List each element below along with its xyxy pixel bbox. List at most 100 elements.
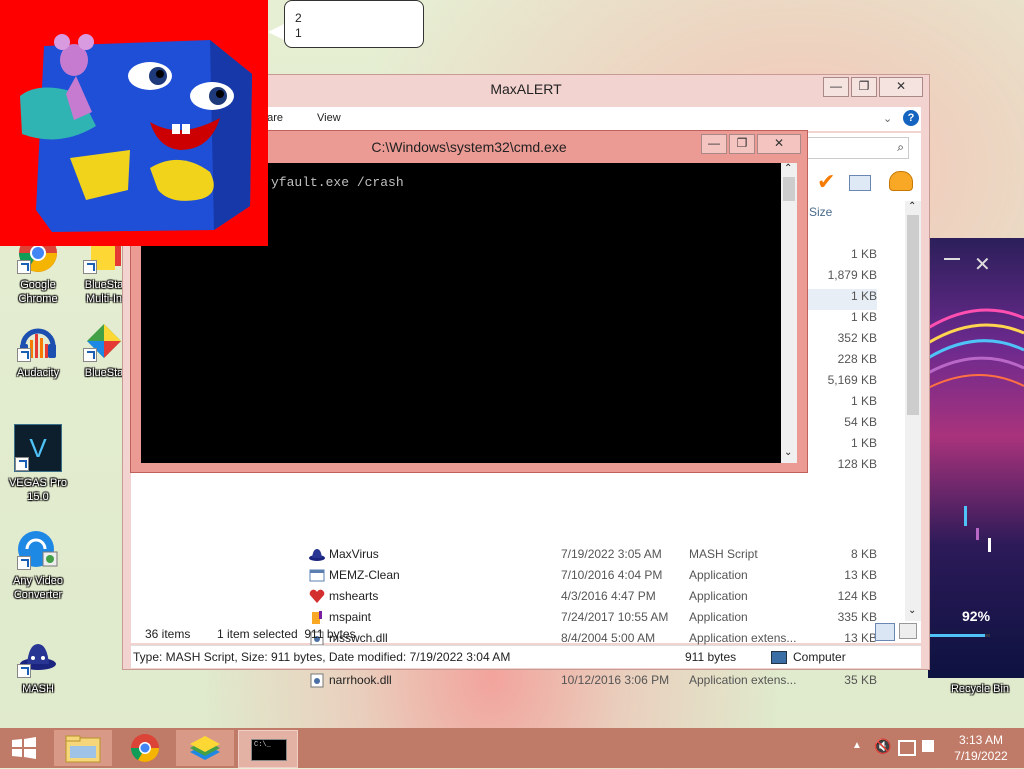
show-hidden-icons-icon[interactable]: ▲ bbox=[852, 740, 862, 751]
windows-logo-icon bbox=[12, 737, 36, 759]
balloon-line: 2 bbox=[295, 11, 302, 25]
file-row[interactable]: mspaint 7/24/2017 10:55 AM Application 335 … bbox=[131, 607, 891, 628]
balloon-line: 1 bbox=[295, 26, 302, 40]
mash-character-window[interactable] bbox=[0, 0, 268, 246]
taskbar-chrome[interactable] bbox=[116, 730, 174, 766]
minimize-button[interactable]: — bbox=[823, 77, 849, 97]
desktop-icon-label: VEGAS Pro bbox=[8, 477, 68, 489]
minimize-button[interactable]: — bbox=[701, 134, 727, 154]
vertical-scrollbar[interactable]: ⌃ ⌄ bbox=[905, 201, 921, 621]
cmd-icon: C:\_ bbox=[251, 739, 287, 761]
taskbar-bluestacks[interactable] bbox=[176, 730, 234, 766]
column-header-size[interactable]: Size bbox=[809, 205, 832, 219]
close-icon[interactable]: ✕ bbox=[974, 252, 991, 277]
checkmark-icon[interactable]: ✔ bbox=[817, 169, 835, 195]
item-count: 36 items bbox=[145, 627, 191, 641]
bluestacks-icon bbox=[190, 736, 220, 760]
file-date: 7/19/2022 3:05 AM bbox=[561, 547, 662, 561]
large-icons-view-icon[interactable] bbox=[899, 623, 917, 639]
file-size: 8 KB bbox=[850, 547, 877, 561]
desktop-icon-label: Any Video bbox=[13, 575, 63, 587]
desktop-icon-vegas-pro[interactable]: V VEGAS Pro 15.0 bbox=[6, 424, 70, 504]
search-icon: ⌕ bbox=[897, 140, 904, 154]
file-name: mshearts bbox=[329, 589, 379, 603]
details-status-bar: Type: MASH Script, Size: 911 bytes, Date… bbox=[131, 645, 921, 668]
folder-icon bbox=[65, 735, 101, 763]
file-date: 7/10/2016 4:04 PM bbox=[561, 568, 663, 582]
shortcut-arrow-icon bbox=[83, 348, 97, 362]
scroll-thumb[interactable] bbox=[907, 215, 919, 415]
network-icon[interactable] bbox=[898, 740, 916, 756]
clock-time[interactable]: 3:13 AM bbox=[946, 733, 1016, 747]
mash-hat-icon bbox=[17, 636, 59, 678]
bluestacks-icon bbox=[83, 320, 125, 362]
mash-character-icon bbox=[20, 34, 252, 232]
media-progress-percent: 92% bbox=[962, 608, 991, 624]
computer-icon bbox=[771, 651, 787, 664]
preview-pane-icon[interactable] bbox=[849, 175, 871, 191]
window-app-icon bbox=[309, 568, 325, 583]
menu-view[interactable]: View bbox=[317, 112, 341, 124]
minimize-icon[interactable] bbox=[944, 258, 960, 260]
close-button[interactable]: ✕ bbox=[757, 134, 801, 154]
chrome-icon bbox=[131, 734, 159, 762]
file-row[interactable]: MaxVirus 7/19/2022 3:05 AM MASH Script 8 KB bbox=[131, 544, 891, 565]
file-row[interactable]: MEMZ-Clean 7/10/2016 4:04 PM Application 13… bbox=[131, 565, 891, 586]
file-row[interactable]: mshearts 4/3/2016 4:47 PM Application 124 K… bbox=[131, 586, 891, 607]
desktop-icon-label: Recycle Bin bbox=[950, 683, 1010, 695]
desktop-icon-label: Audacity bbox=[16, 367, 60, 379]
desktop-icon-mash[interactable]: MASH bbox=[6, 636, 70, 696]
details-size: 911 bytes bbox=[685, 650, 737, 664]
mash-hat-icon bbox=[309, 547, 325, 562]
desktop-icon-label: MASH bbox=[22, 683, 54, 695]
taskbar-cmd[interactable]: C:\_ bbox=[238, 730, 298, 768]
audacity-icon bbox=[17, 320, 59, 362]
file-name: mspaint bbox=[329, 610, 372, 624]
any-video-converter-icon bbox=[17, 528, 59, 570]
file-date: 4/3/2016 4:47 PM bbox=[561, 589, 656, 603]
start-button[interactable] bbox=[0, 730, 48, 766]
file-size: 35 KB bbox=[844, 673, 877, 687]
shortcut-arrow-icon bbox=[83, 260, 97, 274]
shortcut-arrow-icon bbox=[17, 556, 31, 570]
clock-date[interactable]: 7/19/2022 bbox=[946, 749, 1016, 763]
desktop-icon-any-video-converter[interactable]: Any Video Converter bbox=[6, 528, 70, 602]
vertical-scrollbar[interactable]: ⌃ ⌄ bbox=[781, 163, 797, 463]
shortcut-arrow-icon bbox=[17, 348, 31, 362]
action-center-icon[interactable] bbox=[922, 740, 934, 752]
desktop-icon-label: Google bbox=[20, 279, 56, 291]
file-size: 13 KB bbox=[844, 568, 877, 582]
close-button[interactable]: ✕ bbox=[879, 77, 923, 97]
volume-muted-icon[interactable]: 🔇 bbox=[874, 738, 891, 755]
media-progress-fill bbox=[928, 634, 986, 637]
speech-balloon[interactable]: 2 1 bbox=[284, 0, 424, 48]
paint-icon bbox=[309, 610, 325, 625]
file-date: 7/24/2017 10:55 AM bbox=[561, 610, 669, 624]
file-row[interactable]: narrhook.dll 10/12/2016 3:06 PM Applicatio… bbox=[131, 670, 891, 691]
file-date: 10/12/2016 3:06 PM bbox=[561, 673, 670, 687]
shell-icon[interactable] bbox=[889, 171, 913, 191]
desktop-icon-label: Chrome bbox=[18, 293, 58, 305]
desktop-icon-audacity[interactable]: Audacity bbox=[6, 320, 70, 380]
shortcut-arrow-icon bbox=[15, 457, 29, 471]
scroll-down-icon[interactable]: ⌄ bbox=[784, 447, 792, 458]
file-size: 335 KB bbox=[837, 610, 877, 624]
taskbar-file-explorer[interactable] bbox=[54, 730, 112, 766]
scroll-thumb[interactable] bbox=[783, 177, 795, 201]
help-icon[interactable]: ? bbox=[903, 110, 919, 126]
desktop-icon-label: Converter bbox=[13, 589, 63, 601]
maximize-button[interactable]: ❐ bbox=[729, 134, 755, 154]
scroll-up-icon[interactable]: ⌃ bbox=[784, 163, 792, 174]
shortcut-arrow-icon bbox=[17, 664, 31, 678]
file-name: narrhook.dll bbox=[329, 673, 392, 687]
vegas-pro-icon: V bbox=[14, 424, 62, 472]
file-name: MEMZ-Clean bbox=[329, 568, 400, 582]
chevron-down-icon[interactable]: ⌄ bbox=[883, 112, 892, 125]
scroll-down-icon[interactable]: ⌄ bbox=[908, 605, 916, 616]
file-size: 124 KB bbox=[837, 589, 877, 603]
search-input[interactable]: ⌕ bbox=[807, 137, 909, 159]
balloon-tail bbox=[268, 24, 284, 40]
scroll-up-icon[interactable]: ⌃ bbox=[908, 201, 916, 212]
maximize-button[interactable]: ❐ bbox=[851, 77, 877, 97]
details-view-icon[interactable] bbox=[875, 623, 895, 641]
